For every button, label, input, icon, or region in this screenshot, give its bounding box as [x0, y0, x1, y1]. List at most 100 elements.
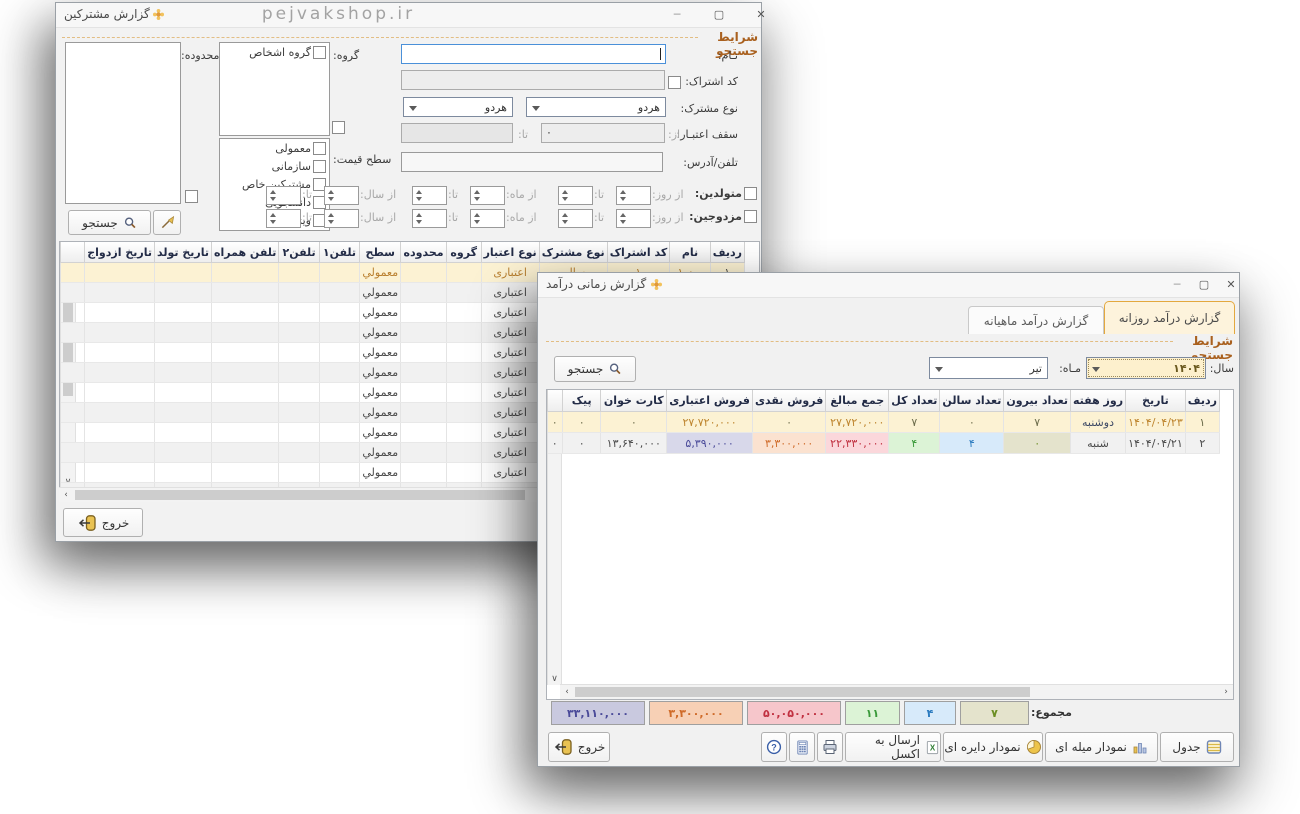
column-header[interactable]: تلفن همراه — [211, 242, 278, 263]
close-icon[interactable]: ✕ — [1218, 273, 1244, 296]
search-button[interactable]: جستجو — [68, 210, 151, 235]
credit-to-label: تا: — [518, 128, 528, 141]
name-label: نـام: — [676, 49, 738, 62]
exit-button[interactable]: خروج — [63, 508, 143, 537]
column-header[interactable]: تعداد بیرون — [1004, 390, 1071, 412]
table-row[interactable]: ۲۱۴۰۴/۰۴/۲۱شنبه۰۴۴۲۲,۳۳۰,۰۰۰۳,۳۰۰,۰۰۰۵,۳… — [548, 433, 1220, 454]
birthdays-checkbox[interactable] — [744, 187, 757, 200]
close-icon[interactable]: ✕ — [748, 3, 774, 26]
code-checkbox[interactable] — [668, 76, 681, 89]
birthdays-spinner[interactable] — [616, 186, 651, 205]
married-spinner[interactable] — [266, 209, 301, 228]
calculator-button[interactable] — [789, 732, 815, 762]
table-cell — [319, 443, 359, 463]
column-header[interactable]: نوع اعتبار — [481, 242, 539, 263]
exit-button[interactable]: خروج — [548, 732, 610, 762]
list-item[interactable]: گروه اشخاص — [220, 43, 329, 61]
column-header[interactable]: کارت خوان — [601, 390, 667, 412]
search-button[interactable]: جستجو — [554, 356, 636, 382]
column-header[interactable]: جمع مبالغ — [826, 390, 889, 412]
column-header[interactable]: تاریخ تولد — [154, 242, 211, 263]
column-header[interactable]: تلفن۱ — [319, 242, 359, 263]
bar-chart-button[interactable]: نمودار میله ای — [1045, 732, 1158, 762]
birthdays-spinner[interactable] — [470, 186, 505, 205]
column-header[interactable]: تعداد سالن — [940, 390, 1004, 412]
scroll-left-icon[interactable]: ‹ — [59, 489, 73, 501]
print-button[interactable] — [817, 732, 843, 762]
item-checkbox[interactable] — [313, 46, 326, 59]
group-listbox[interactable]: گروه اشخاص — [219, 42, 330, 136]
married-spinner[interactable] — [412, 209, 447, 228]
column-header[interactable]: محدوده — [401, 242, 446, 263]
search-button-label: جستجو — [568, 362, 604, 376]
export-excel-button[interactable]: X ارسال به اکسل — [845, 732, 941, 762]
column-header[interactable]: گروه — [446, 242, 481, 263]
birthdays-spinner[interactable] — [266, 186, 301, 205]
code-input[interactable] — [401, 70, 665, 90]
column-header[interactable]: پیک — [562, 390, 600, 412]
column-header[interactable]: تاریخ — [1126, 390, 1186, 412]
subscriber-type-combo-1[interactable]: هردو — [526, 97, 666, 117]
column-header[interactable]: فروش اعتباری — [667, 390, 753, 412]
column-header[interactable]: تاریخ ازدواج — [85, 242, 155, 263]
table-cell — [446, 323, 481, 343]
scrollbar-thumb[interactable] — [75, 490, 525, 500]
table-row[interactable]: ۱۱۴۰۴/۰۴/۲۳دوشنبه۷۰۷۲۷,۷۲۰,۰۰۰۰۲۷,۷۲۰,۰۰… — [548, 412, 1220, 433]
maximize-icon[interactable]: ▢ — [706, 3, 732, 26]
year-combo[interactable]: ۱۴۰۴ — [1086, 357, 1206, 379]
column-header[interactable]: نام — [670, 242, 711, 263]
column-header[interactable]: تعداد کل — [889, 390, 940, 412]
married-spinner[interactable] — [558, 209, 593, 228]
pie-chart-icon — [1026, 739, 1042, 755]
list-item[interactable]: معمولی — [220, 139, 329, 157]
scrollbar-thumb[interactable] — [575, 687, 1030, 697]
item-checkbox[interactable] — [313, 160, 326, 173]
pie-chart-button[interactable]: نمودار دایره ای — [943, 732, 1043, 762]
range-listbox[interactable] — [65, 42, 181, 204]
scroll-right-icon[interactable]: › — [1219, 686, 1233, 698]
table-cell — [401, 443, 446, 463]
column-header[interactable]: روز هفته — [1070, 390, 1125, 412]
phone-input[interactable] — [401, 152, 663, 172]
column-header[interactable]: فروش نقدی — [752, 390, 825, 412]
table-cell — [401, 343, 446, 363]
tab-daily-income[interactable]: گزارش درآمد روزانه — [1104, 301, 1235, 334]
help-button[interactable]: ? — [761, 732, 787, 762]
column-header[interactable]: نوع مشترک — [539, 242, 607, 263]
range-checkbox[interactable] — [185, 190, 198, 203]
column-header[interactable]: سطح — [360, 242, 401, 263]
credit-limit-checkbox[interactable] — [332, 121, 345, 134]
credit-from-input[interactable]: ۰ — [541, 123, 665, 143]
subscribers-titlebar[interactable]: گزارش مشترکین pejvakshop.ir ─ ▢ ✕ — [56, 3, 761, 28]
column-header[interactable] — [548, 390, 563, 412]
income-titlebar[interactable]: گزارش زمانی درآمد ─ ▢ ✕ — [538, 273, 1239, 298]
married-checkbox[interactable] — [744, 210, 757, 223]
tab-monthly-income[interactable]: گزارش درآمد ماهیانه — [968, 306, 1104, 334]
column-header[interactable]: تلفن۲ — [279, 242, 319, 263]
table-view-button[interactable]: جدول — [1160, 732, 1234, 762]
minimize-icon[interactable]: ─ — [1164, 273, 1190, 296]
birthdays-spinner[interactable] — [324, 186, 359, 205]
column-header[interactable]: کد اشتراک — [607, 242, 670, 263]
credit-to-input[interactable] — [401, 123, 513, 143]
table-cell — [446, 463, 481, 483]
list-item[interactable]: سازمانی — [220, 157, 329, 175]
birthdays-spinner[interactable] — [558, 186, 593, 205]
item-checkbox[interactable] — [313, 142, 326, 155]
birthdays-spinner[interactable] — [412, 186, 447, 205]
married-spinner[interactable] — [470, 209, 505, 228]
married-spinner[interactable] — [324, 209, 359, 228]
horizontal-scrollbar[interactable]: ‹ › — [560, 684, 1233, 699]
clear-button[interactable] — [153, 210, 181, 235]
minimize-icon[interactable]: ─ — [664, 3, 690, 26]
search-button-label: جستجو — [82, 216, 118, 230]
married-spinner[interactable] — [616, 209, 651, 228]
name-input[interactable] — [401, 44, 666, 64]
scroll-left-icon[interactable]: ‹ — [560, 686, 574, 698]
column-header[interactable] — [61, 242, 85, 263]
column-header[interactable]: ردیف — [1185, 390, 1219, 412]
month-combo[interactable]: تیر — [929, 357, 1048, 379]
subscriber-type-combo-2[interactable]: هردو — [403, 97, 513, 117]
maximize-icon[interactable]: ▢ — [1191, 273, 1217, 296]
column-header[interactable]: ردیف — [710, 242, 744, 263]
